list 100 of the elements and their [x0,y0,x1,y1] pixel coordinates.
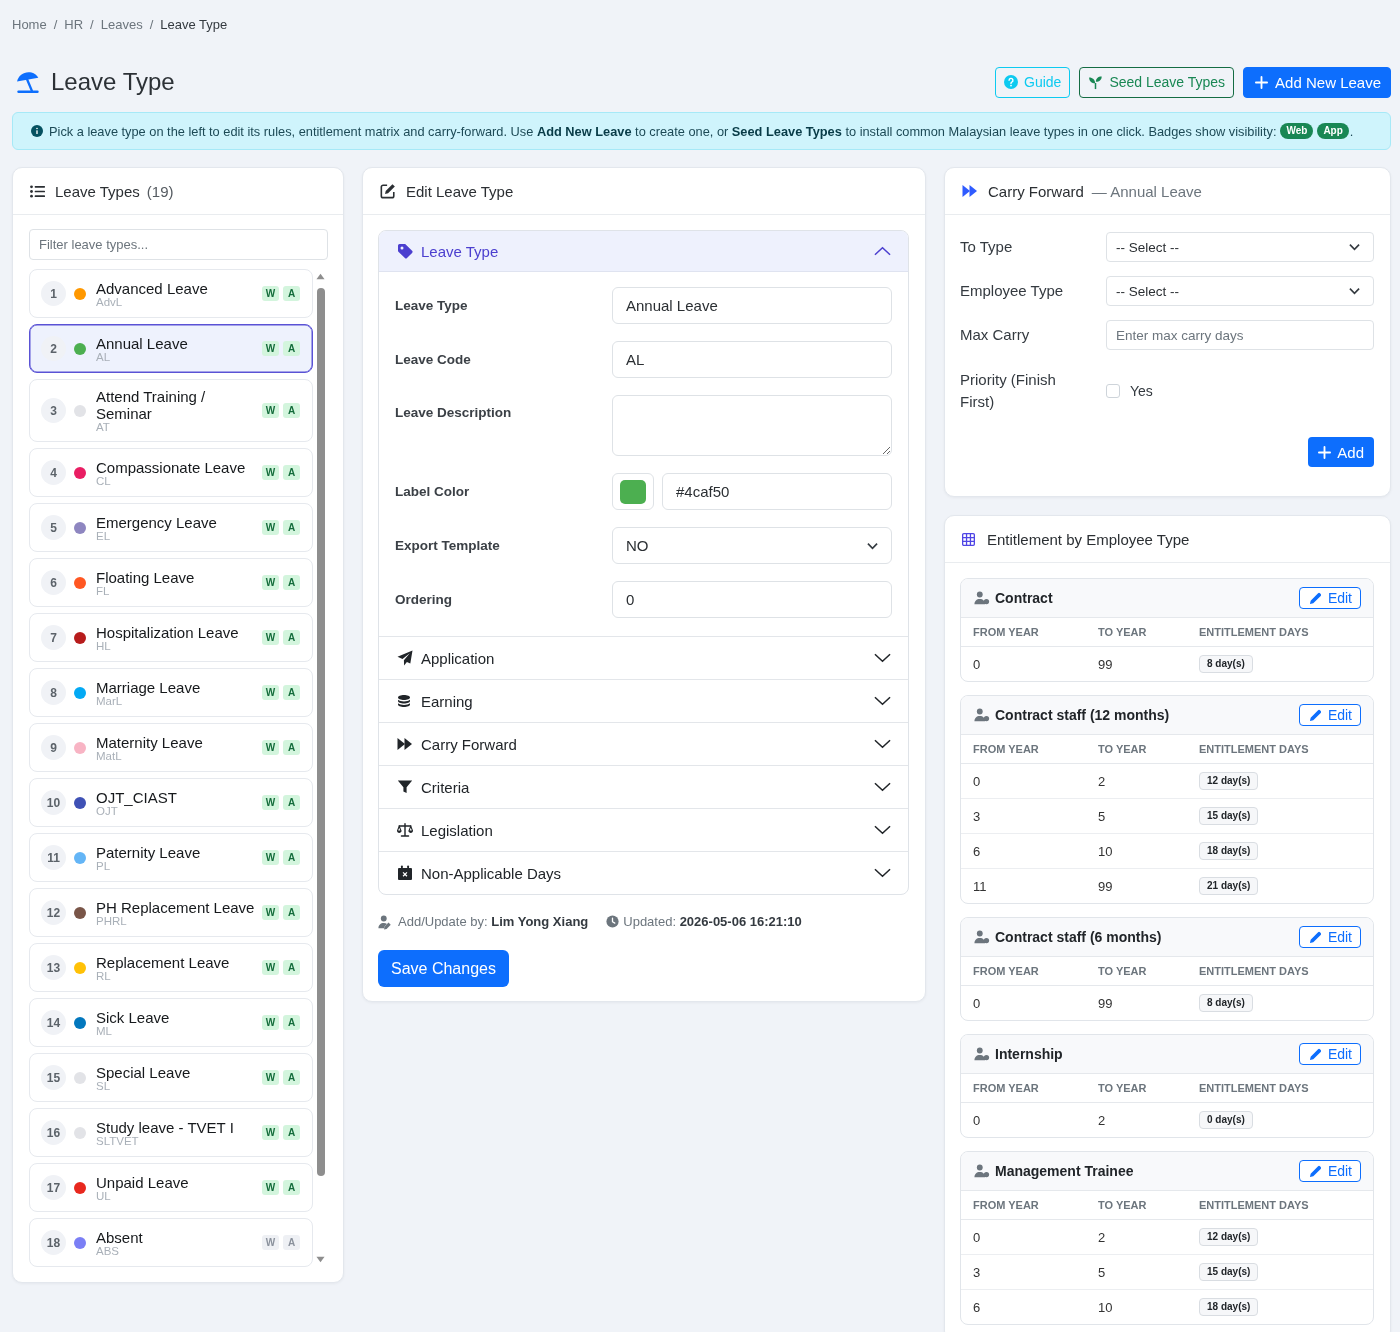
text-field[interactable]: Annual Leave [612,287,892,324]
select-field[interactable]: -- Select -- [1106,232,1374,262]
leave-type-item[interactable]: 14 Sick Leave ML W A [29,998,313,1047]
seed-leave-types-button[interactable]: Seed Leave Types [1079,66,1235,98]
max-carry-field[interactable]: Enter max carry days [1106,320,1374,350]
leave-type-item[interactable]: 4 Compassionate Leave CL W A [29,448,313,497]
visibility-badge: W [262,286,279,301]
color-hex-field[interactable]: #4caf50 [662,473,892,510]
accordion-header[interactable]: Carry Forward [379,723,908,765]
chevron-down-icon [1349,287,1360,295]
item-number: 2 [41,336,66,361]
leave-type-item[interactable]: 7 Hospitalization Leave HL W A [29,613,313,662]
leave-name: OJT_CIAST [96,788,178,806]
table-cell: 11 [961,868,1086,903]
filter-field[interactable]: Filter leave types... [29,229,328,260]
leave-type-item[interactable]: 6 Floating Leave FL W A [29,558,313,607]
leave-code: MarL [96,695,123,707]
panel-title: Carry Forward [988,182,1084,200]
edit-button[interactable]: Edit [1298,704,1361,726]
leave-type-item[interactable]: 9 Maternity Leave MatL W A [29,723,313,772]
accordion-header[interactable]: Application [379,637,908,679]
days-tag: 18 day(s) [1199,842,1259,860]
text-field[interactable]: 0 [612,581,892,618]
chevron-down-icon [1349,243,1360,251]
table-cell: 3 [961,798,1086,834]
table-cell: 0 [961,985,1086,1020]
item-number: 15 [41,1065,66,1090]
select-field[interactable]: NO [612,527,892,564]
color-picker[interactable] [612,473,654,510]
table-cell: 99 [1086,985,1187,1020]
leave-type-item[interactable]: 1 Advanced Leave AdvL W A [29,269,313,318]
table-cell: 0 [961,646,1086,681]
leave-type-item[interactable]: 15 Special Leave SL W A [29,1053,313,1102]
leave-name: Sick Leave [96,1008,171,1026]
accordion-header[interactable]: Legislation [379,809,908,851]
pencil-icon [1308,591,1322,605]
question-icon [1004,75,1018,89]
breadcrumb-item[interactable]: Home [12,16,47,33]
table-cell: 0 [961,1102,1086,1137]
select-field[interactable]: -- Select -- [1106,276,1374,306]
text-field[interactable]: AL [612,341,892,378]
visibility-badge: W [262,575,279,590]
edit-button[interactable]: Edit [1298,587,1361,609]
edit-button[interactable]: Edit [1298,926,1361,948]
textarea-field[interactable] [612,395,892,456]
column-header: ENTITLEMENT DAYS [1187,957,1373,986]
leave-type-item[interactable]: 16 Study leave - TVET I SLTVET W A [29,1108,313,1157]
visibility-badge: W [262,341,279,356]
table-cell: 10 [1086,833,1187,869]
item-number: 4 [41,460,66,485]
user-icon [974,929,990,945]
clock-icon [606,915,620,928]
edit-button[interactable]: Edit [1298,1160,1361,1182]
visibility-badge: W [262,960,279,975]
leave-type-item[interactable]: 3 Attend Training / Seminar AT W A [29,379,313,442]
visibility-badge: A [283,850,300,865]
visibility-badge: W [262,1235,279,1250]
leave-type-item[interactable]: 13 Replacement Leave RL W A [29,943,313,992]
breadcrumb-item[interactable]: Leaves [100,16,143,33]
add-new-leave-button[interactable]: Add New Leave [1243,66,1391,98]
chevron-down-icon [874,739,891,749]
column-header: FROM YEAR [961,1074,1086,1103]
accordion-header[interactable]: Leave Type [379,231,908,272]
accordion-header[interactable]: Criteria [379,766,908,808]
leave-type-item[interactable]: 8 Marriage Leave MarL W A [29,668,313,717]
breadcrumb-item[interactable]: HR [64,16,84,33]
scrollbar-thumb[interactable] [316,288,325,1176]
pencil-icon [1308,930,1322,944]
table-cell: 99 [1086,868,1187,903]
leave-type-item[interactable]: 2 Annual Leave AL W A [29,324,313,373]
accordion-header[interactable]: Non-Applicable Days [379,852,908,894]
chevron-down-icon [874,782,891,792]
table-cell: 10 [1086,1289,1187,1324]
add-button[interactable]: Add [1308,437,1374,467]
checkbox[interactable] [1106,384,1120,398]
visibility-badge: A [283,1125,300,1140]
visibility-badge: A [283,286,300,301]
leave-type-item[interactable]: 10 OJT_CIAST OJT W A [29,778,313,827]
days-tag: 12 day(s) [1199,1228,1259,1246]
scroll-down-icon[interactable] [316,1256,325,1263]
item-number: 7 [41,625,66,650]
leave-type-item[interactable]: 11 Paternity Leave PL W A [29,833,313,882]
leave-code: MatL [96,750,122,762]
edit-button[interactable]: Edit [1298,1043,1361,1065]
leave-code: AT [96,422,111,433]
table-cell: 99 [1086,646,1187,681]
scale-icon [397,822,413,838]
leave-type-item[interactable]: 5 Emergency Leave EL W A [29,503,313,552]
leave-type-item[interactable]: 17 Unpaid Leave UL W A [29,1163,313,1212]
item-number: 17 [41,1175,66,1200]
leave-type-item[interactable]: 12 PH Replacement Leave PHRL W A [29,888,313,937]
accordion-header[interactable]: Earning [379,680,908,722]
grid-icon [962,532,975,546]
leave-type-item[interactable]: 18 Absent ABS W A [29,1218,313,1267]
pencil-icon [1308,708,1322,722]
leave-name: Marriage Leave [96,678,202,696]
sprout-icon [1088,74,1104,90]
scroll-up-icon[interactable] [316,273,325,280]
chevron-down-icon [874,825,891,835]
save-changes-button[interactable]: Save Changes [378,950,509,987]
